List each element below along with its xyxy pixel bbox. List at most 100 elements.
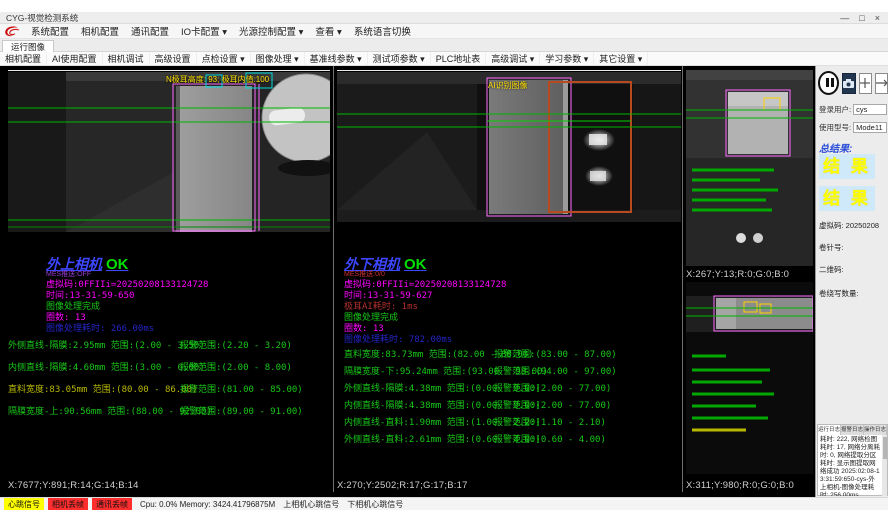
login-user-field[interactable]: cys [853, 104, 887, 115]
menu-io-config[interactable]: IO卡配置 ▾ [175, 24, 233, 38]
menu-system-config[interactable]: 系统配置 [25, 24, 75, 38]
statusbar: 心跳信号 相机丢帧 通讯丢帧 Cpu: 0.0% Memory: 3424.41… [0, 497, 888, 510]
left-cursor-coords: X:7677;Y:891;R:14;G:14;B:14 [8, 480, 139, 491]
light-reflection [753, 233, 763, 243]
process-time-line: 图像处理耗时: 782.00ms [344, 332, 452, 345]
maximize-button[interactable]: □ [859, 13, 864, 23]
tab-run-image[interactable]: 运行图像 [2, 40, 54, 52]
measurement-row: 内侧直线-直料:1.90mm 范围:(1.00 - 2.20) 报警范围:(1.… [336, 415, 682, 427]
log-panel: 运行日志 报警日志 操作日志 耗时: 222, 网络检图耗时: 17, 网络分离… [817, 424, 888, 496]
ai-image-overlay-label: AI识别图像 [488, 80, 528, 91]
left-camera-view: N极耳高度: 93; 极耳内值:100 外上相机OK MES推送:OFF 虚拟码… [8, 66, 333, 497]
status-ok: OK [102, 256, 129, 273]
titlebar: CYG-视觉检测系统 — □ × [0, 12, 888, 24]
measurement-row: 外侧直线-直料:2.61mm 范围:(0.60 - 4.00) 报警范围:(0.… [336, 432, 682, 444]
middle-cursor-coords: X:270;Y:2502;R:17;G:17;B:17 [337, 480, 468, 491]
alarm-range: 报警范围:(2.00 - 8.00) [180, 360, 292, 373]
login-user-label: 登录用户: [819, 104, 851, 115]
log-tab-alarm[interactable]: 报警日志 [841, 425, 864, 435]
small-top-camera-image[interactable] [686, 70, 813, 266]
tool-camera-debug[interactable]: 相机调试 [103, 52, 150, 65]
measurement-row: 外侧直线-隔膜:4.38mm 范围:(0.00 - 9.00) 报警范围:(2.… [336, 381, 682, 393]
menubar: 系统配置 相机配置 通讯配置 IO卡配置 ▾ 光源控制配置 ▾ 查看 ▾ 系统语… [0, 24, 888, 39]
login-user-row: 登录用户: cys [819, 104, 887, 115]
image-border-line [337, 70, 681, 71]
qr-code-label: 二维码: [819, 264, 844, 275]
result-box-1: 结 果 [819, 154, 875, 179]
measurement-row: 直料宽度:83.73mm 范围:(82.00 - 88.00) 报警范围:(83… [336, 347, 682, 359]
panel-divider [682, 66, 683, 492]
measurement-row: 内侧直线-隔膜:4.60mm 范围:(3.00 - 6.00) 报警范围:(2.… [8, 360, 333, 372]
small-bottom-camera-image[interactable] [686, 282, 813, 474]
bottom-camera-heartbeat-status: 下相机心跳信号 [347, 499, 403, 510]
needle-number-label: 卷针号: [819, 242, 844, 253]
total-result-label: 总结果: [819, 140, 852, 155]
left-camera-image[interactable] [8, 72, 330, 232]
battery-cell-region [489, 80, 567, 214]
camera-icon [843, 79, 854, 88]
tool-camera-config[interactable]: 相机配置 [0, 52, 47, 65]
log-scrollbar-thumb[interactable] [883, 437, 887, 459]
tool-test-params[interactable]: 测试项参数 ▾ [368, 52, 431, 65]
app-window: CYG-视觉检测系统 — □ × 系统配置 相机配置 通讯配置 IO卡配置 ▾ … [0, 0, 888, 522]
tab-height-overlay-label: N极耳高度: 93; 极耳内值:100 [166, 74, 269, 85]
close-button[interactable]: × [875, 13, 880, 23]
pause-button[interactable] [818, 71, 839, 95]
model-label: 使用型号: [819, 122, 851, 133]
alarm-range: 报警范围:(83.00 - 87.00) [494, 347, 617, 360]
tool-spot-check[interactable]: 点检设置 ▾ [197, 52, 251, 65]
virtual-code-label: 虚拟码: 20250208 [819, 220, 879, 231]
crosshair-icon [860, 78, 870, 88]
alarm-range: 报警范围:(1.10 - 2.10) [494, 415, 606, 428]
main-workspace: N极耳高度: 93; 极耳内值:100 外上相机OK MES推送:OFF 虚拟码… [0, 66, 888, 497]
light-reflection [736, 233, 746, 243]
tool-image-processing[interactable]: 图像处理 ▾ [251, 52, 305, 65]
log-scrollbar[interactable] [882, 435, 887, 496]
heartbeat-badge: 心跳信号 [4, 498, 44, 510]
camera-mode-button[interactable] [842, 73, 855, 94]
tool-other-settings[interactable]: 其它设置 ▾ [594, 52, 648, 65]
panel-divider [333, 66, 334, 492]
alarm-range: 报警范围:(81.00 - 85.00) [180, 382, 303, 395]
measurement-row: 内侧直线-隔膜:4.38mm 范围:(0.00 - 9.00) 报警范围:(2.… [336, 398, 682, 410]
small-camera-views: X:267;Y:13;R:0;G:0;B:0 [686, 66, 814, 497]
menu-light-config[interactable]: 光源控制配置 ▾ [233, 24, 309, 38]
alarm-range: 报警范围:(0.60 - 4.00) [494, 432, 606, 445]
measurement-row: 外侧直线-隔膜:2.95mm 范围:(2.00 - 3.50) 报警范围:(2.… [8, 338, 333, 350]
log-tab-operation[interactable]: 操作日志 [864, 425, 887, 435]
alarm-range: 报警范围:(2.00 - 77.00) [494, 381, 611, 394]
top-margin [0, 0, 888, 12]
tool-learn-params[interactable]: 学习参数 ▾ [540, 52, 594, 65]
menu-view[interactable]: 查看 ▾ [309, 24, 347, 38]
tool-advanced-settings[interactable]: 高级设置 [150, 52, 197, 65]
minimize-button[interactable]: — [840, 13, 849, 23]
control-buttons [818, 70, 888, 96]
arrow-icon [876, 79, 887, 87]
window-controls: — □ × [840, 13, 888, 23]
tool-plc-address[interactable]: PLC地址表 [431, 52, 487, 65]
menu-language-switch[interactable]: 系统语言切换 [348, 24, 417, 38]
tool-advanced-debug[interactable]: 高级调试 ▾ [486, 52, 540, 65]
process-time-line: 图像处理耗时: 266.00ms [46, 321, 154, 334]
small-top-cursor-coords: X:267;Y:13;R:0;G:0;B:0 [686, 269, 789, 280]
model-field[interactable]: Mode11 [853, 122, 887, 133]
side-panel: 登录用户: cys 使用型号: Mode11 总结果: 结 果 结 果 虚拟码:… [815, 66, 888, 497]
arrow-tool-button[interactable] [875, 73, 888, 94]
measurement-value: 外侧直线-隔膜:2.95mm 范围:(2.00 - 3.50) [8, 338, 205, 351]
log-body: 耗时: 222, 网络检图耗时: 17, 网络分离耗时: 0, 网络提取分区耗时… [818, 435, 887, 496]
tool-ai-config[interactable]: AI使用配置 [47, 52, 103, 65]
tool-baseline-params[interactable]: 基准线参数 ▾ [305, 52, 368, 65]
measurement-row: 直料宽度:83.05mm 范围:(80.00 - 86.00) 报警范围:(81… [8, 382, 333, 394]
alarm-range: 报警范围:(89.00 - 91.00) [180, 404, 303, 417]
log-tab-run[interactable]: 运行日志 [818, 425, 841, 435]
measurement-row: 隔膜宽度-上:90.56mm 范围:(88.00 - 92.00) 报警范围:(… [8, 404, 333, 416]
measurement-value: 直料宽度:83.05mm 范围:(80.00 - 86.00) [8, 382, 197, 395]
status-ok: OK [400, 256, 427, 273]
menu-camera-config[interactable]: 相机配置 [75, 24, 125, 38]
menu-comm-config[interactable]: 通讯配置 [125, 24, 175, 38]
bottom-margin [0, 510, 888, 522]
measurement-row: 隔膜宽度-下:95.24mm 范围:(93.00 - 98.00) 报警范围:(… [336, 364, 682, 376]
middle-camera-image[interactable] [337, 72, 681, 222]
window-title: CYG-视觉检测系统 [0, 12, 840, 24]
crosshair-tool-button[interactable] [859, 73, 872, 94]
